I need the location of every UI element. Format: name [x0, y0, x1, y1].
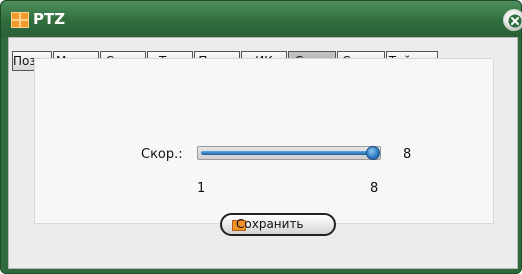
- window-title: PTZ: [33, 10, 66, 28]
- speed-slider-fill: [201, 151, 373, 155]
- speed-slider-thumb[interactable]: [366, 146, 380, 160]
- speed-min-label: 1: [197, 181, 206, 196]
- ptz-app-icon: [11, 12, 29, 28]
- close-button[interactable]: [503, 9, 522, 31]
- speed-label: Скор.:: [141, 147, 183, 162]
- speed-slider[interactable]: [197, 146, 381, 160]
- speed-max-label: 8: [370, 181, 379, 196]
- save-button[interactable]: Сохранить: [220, 213, 336, 236]
- title-bar: PTZ: [1, 1, 521, 37]
- ptz-window: PTZ Позиц Марш. Скан. Тур Пауза ИК Скор.…: [0, 0, 522, 274]
- close-icon: [508, 14, 522, 28]
- save-button-label: Сохранить: [236, 217, 304, 231]
- speed-value: 8: [403, 147, 412, 162]
- speed-panel: [34, 58, 494, 224]
